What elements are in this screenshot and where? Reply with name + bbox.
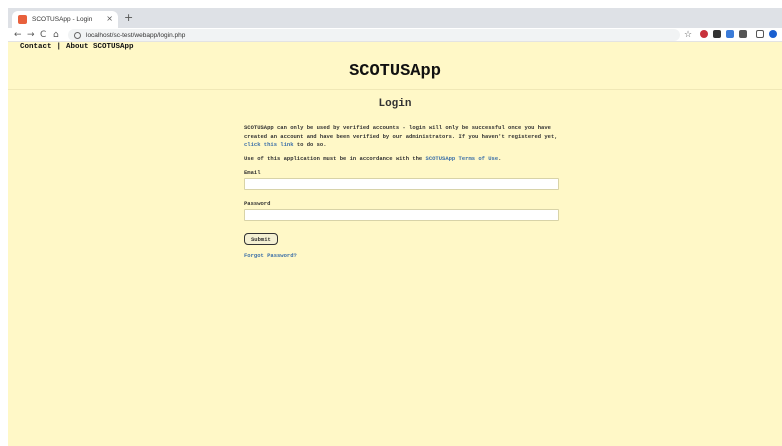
intro-text: SCOTUSApp can only be used by verified a… bbox=[244, 124, 558, 140]
intro-text-end: to do so. bbox=[293, 141, 327, 148]
header-divider bbox=[8, 89, 782, 90]
email-field[interactable] bbox=[244, 178, 559, 190]
intro-paragraph: SCOTUSApp can only be used by verified a… bbox=[244, 124, 564, 150]
home-icon[interactable]: ⌂ bbox=[53, 28, 59, 42]
password-field[interactable] bbox=[244, 209, 559, 221]
login-form: SCOTUSApp can only be used by verified a… bbox=[244, 124, 564, 259]
email-label: Email bbox=[244, 169, 261, 176]
favicon-icon bbox=[18, 15, 27, 24]
back-icon[interactable]: ← bbox=[14, 28, 22, 42]
reload-icon[interactable]: C bbox=[40, 28, 46, 42]
tab-title: SCOTUSApp - Login bbox=[32, 16, 93, 23]
submit-button[interactable]: Submit bbox=[244, 233, 278, 245]
login-heading: Login bbox=[378, 98, 412, 110]
nav-separator: | bbox=[56, 43, 62, 51]
extension-translate-icon[interactable] bbox=[726, 30, 734, 38]
nav-contact-link[interactable]: Contact bbox=[20, 43, 52, 51]
new-tab-icon[interactable]: + bbox=[124, 11, 133, 25]
profile-avatar-icon[interactable] bbox=[769, 30, 777, 38]
nav-about-link[interactable]: About SCOTUSApp bbox=[66, 43, 134, 51]
page-body: Contact | About SCOTUSApp SCOTUSApp Login … bbox=[8, 42, 782, 446]
extension-box-icon[interactable] bbox=[713, 30, 721, 38]
terms-link[interactable]: SCOTUSApp Terms of Use bbox=[426, 155, 499, 162]
url-text: localhost/sc-test/webapp/login.php bbox=[86, 31, 186, 39]
bookmark-star-icon[interactable]: ☆ bbox=[684, 28, 692, 42]
forgot-password-link[interactable]: Forgot Password? bbox=[244, 252, 564, 259]
browser-tab[interactable]: SCOTUSApp - Login × bbox=[12, 11, 118, 28]
password-label: Password bbox=[244, 200, 271, 207]
extension-square-icon[interactable] bbox=[739, 30, 747, 38]
app-title: SCOTUSApp bbox=[349, 62, 441, 81]
register-link[interactable]: click this link bbox=[244, 141, 294, 148]
extension-shield-icon[interactable] bbox=[700, 30, 708, 38]
terms-paragraph: Use of this application must be in accor… bbox=[244, 155, 564, 164]
terms-text-end: . bbox=[498, 154, 502, 162]
top-navigation: Contact | About SCOTUSApp bbox=[20, 43, 134, 51]
address-bar[interactable]: localhost/sc-test/webapp/login.php bbox=[68, 29, 680, 41]
close-tab-icon[interactable]: × bbox=[106, 14, 113, 24]
cast-icon[interactable] bbox=[756, 30, 764, 38]
terms-text: Use of this application must be in accor… bbox=[244, 154, 426, 162]
browser-tab-bar: SCOTUSApp - Login × + bbox=[8, 8, 782, 28]
browser-toolbar: ← → C ⌂ localhost/sc-test/webapp/login.p… bbox=[8, 28, 782, 42]
forward-icon[interactable]: → bbox=[27, 28, 35, 42]
info-icon[interactable] bbox=[74, 31, 81, 39]
